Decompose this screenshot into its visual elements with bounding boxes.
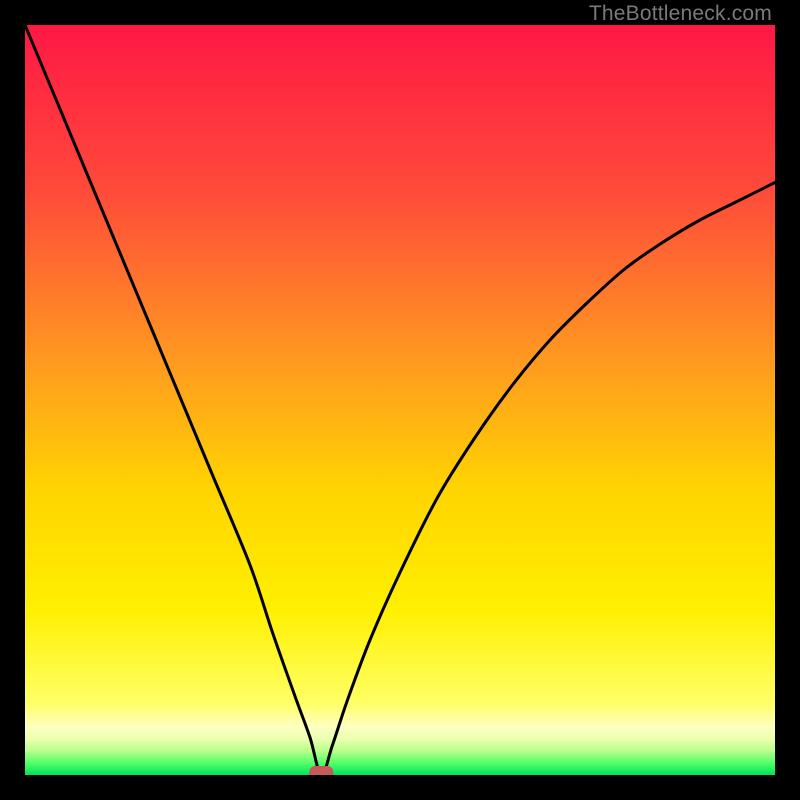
gradient-background — [25, 25, 775, 775]
watermark-text: TheBottleneck.com — [589, 2, 772, 26]
bottleneck-chart — [25, 25, 775, 775]
optimal-point-marker — [309, 766, 333, 775]
chart-frame — [25, 25, 775, 775]
